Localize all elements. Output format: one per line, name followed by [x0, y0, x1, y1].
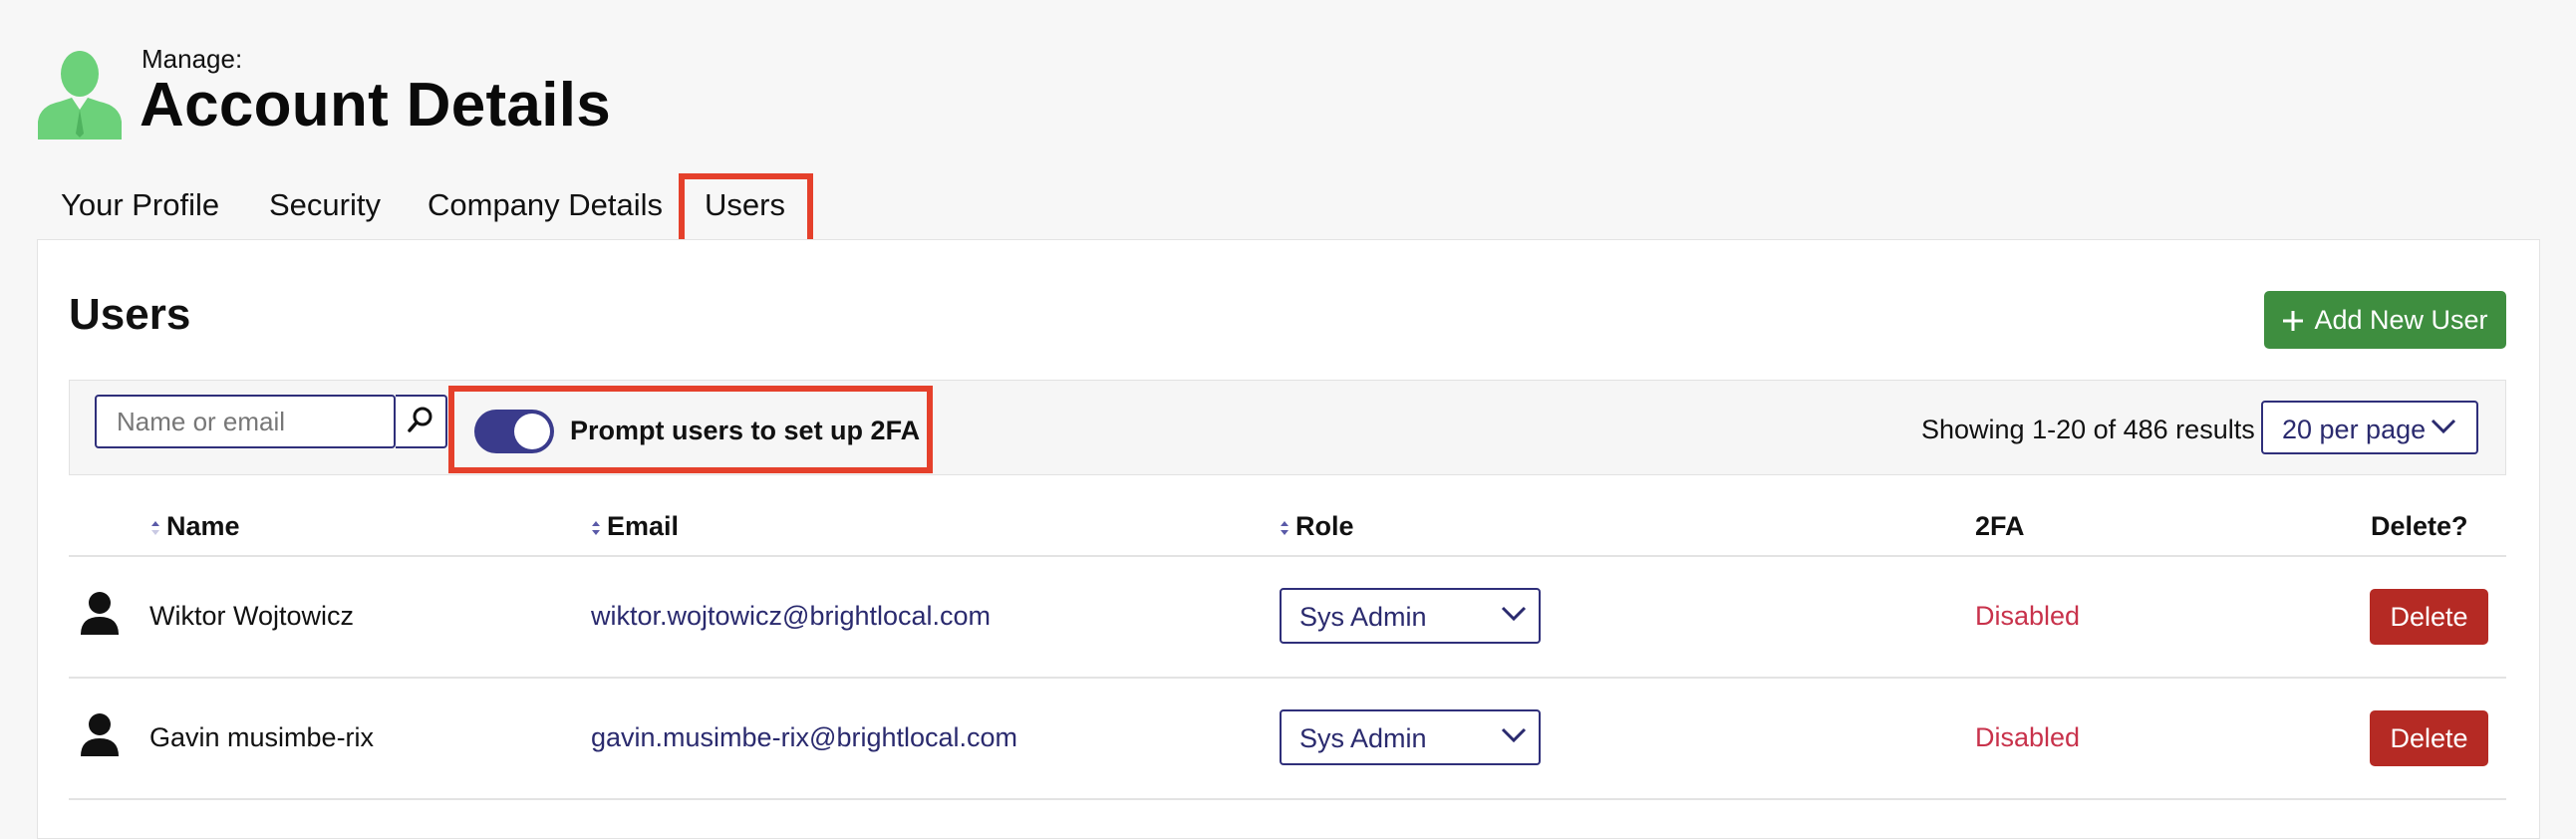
per-page-value: 20 per page: [2282, 415, 2427, 444]
user-email-link[interactable]: wiktor.wojtowicz@brightlocal.com: [591, 601, 991, 632]
delete-user-button[interactable]: Delete: [2370, 589, 2488, 645]
plus-icon: [2282, 302, 2304, 338]
two-fa-status: Disabled: [1975, 722, 2081, 752]
column-header-delete: Delete?: [2371, 511, 2468, 541]
two-fa-prompt-highlight: Prompt users to set up 2FA: [448, 386, 933, 473]
column-header-role-label: Role: [1295, 511, 1354, 541]
user-name: Wiktor Wojtowicz: [149, 601, 355, 631]
sort-icon: [592, 520, 600, 535]
table-row: Wiktor Wojtowicz wiktor.wojtowicz@bright…: [69, 557, 2506, 677]
tab-users-highlight: [679, 173, 813, 245]
per-page-select[interactable]: 20 per page: [2261, 401, 2478, 454]
search-icon: [407, 406, 434, 438]
user-silhouette-icon: [38, 48, 122, 140]
user-email-link[interactable]: gavin.musimbe-rix@brightlocal.com: [591, 722, 1017, 753]
user-name: Gavin musimbe-rix: [149, 722, 375, 752]
panel-title: Users: [69, 290, 191, 339]
user-avatar-icon: [81, 712, 119, 761]
sort-icon: [151, 520, 159, 535]
chevron-down-icon: [2431, 419, 2456, 439]
tab-company-details[interactable]: Company Details: [428, 187, 663, 223]
add-new-user-button[interactable]: Add New User: [2264, 291, 2506, 349]
search-field: [95, 395, 396, 448]
role-select[interactable]: Sys Admin: [1280, 588, 1541, 644]
chevron-down-icon: [1501, 606, 1527, 627]
column-header-name-label: Name: [166, 511, 240, 541]
tab-your-profile[interactable]: Your Profile: [61, 187, 219, 223]
sort-icon: [1281, 520, 1288, 535]
column-header-role[interactable]: Role: [1280, 511, 1354, 542]
table-row: Gavin musimbe-rix gavin.musimbe-rix@brig…: [69, 679, 2506, 798]
two-fa-prompt-toggle[interactable]: [474, 410, 554, 453]
users-panel: Users Add New User Prompt users to set u…: [37, 239, 2540, 839]
role-select[interactable]: Sys Admin: [1280, 709, 1541, 765]
column-header-email[interactable]: Email: [591, 511, 679, 542]
two-fa-status: Disabled: [1975, 601, 2081, 631]
results-count: Showing 1-20 of 486 results: [1921, 415, 2255, 444]
search-button[interactable]: [396, 395, 447, 448]
two-fa-prompt-label: Prompt users to set up 2FA: [570, 416, 921, 445]
role-value: Sys Admin: [1299, 723, 1427, 753]
users-toolbar: Prompt users to set up 2FA Showing 1-20 …: [69, 380, 2506, 475]
table-divider: [69, 798, 2506, 800]
toggle-knob: [514, 414, 550, 449]
column-header-email-label: Email: [607, 511, 680, 541]
column-header-2fa: 2FA: [1975, 511, 2025, 541]
add-new-user-label: Add New User: [2314, 304, 2488, 335]
role-value: Sys Admin: [1299, 602, 1427, 632]
page-title: Account Details: [140, 71, 612, 140]
search-input[interactable]: [97, 397, 391, 446]
tab-security[interactable]: Security: [269, 187, 381, 223]
user-avatar-icon: [81, 591, 119, 640]
column-header-name[interactable]: Name: [150, 511, 240, 542]
delete-user-button[interactable]: Delete: [2370, 710, 2488, 766]
chevron-down-icon: [1501, 727, 1527, 748]
